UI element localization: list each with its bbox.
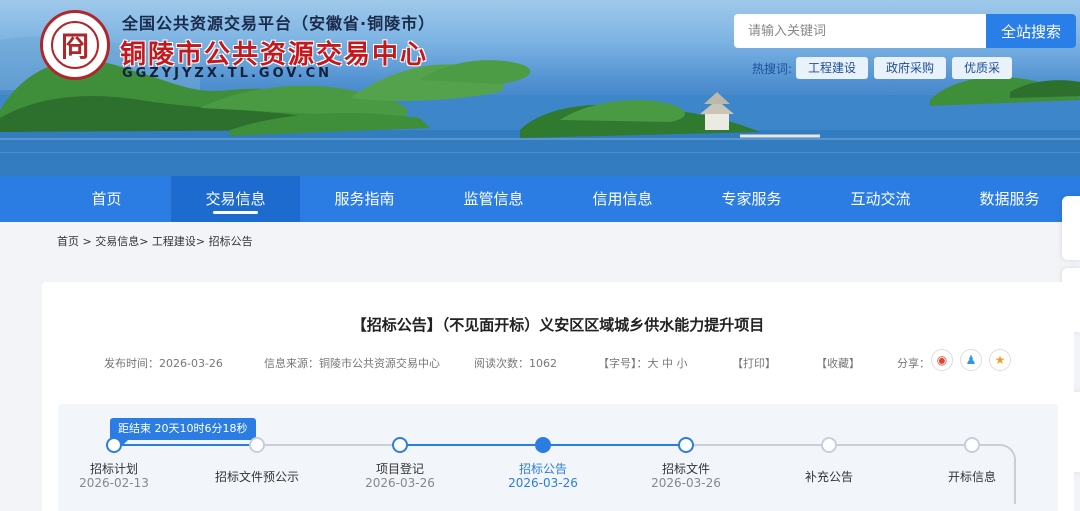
article-title: 【招标公告】（不见面开标）义安区区域城乡供水能力提升项目 bbox=[351, 316, 765, 334]
step-name-bid-docs[interactable]: 招标文件 bbox=[626, 460, 746, 477]
site-logo[interactable]: 冏 bbox=[40, 10, 110, 80]
hot-tag-engineering[interactable]: 工程建设 bbox=[796, 57, 869, 79]
qzone-share-icon[interactable]: ★ bbox=[989, 349, 1011, 371]
countdown-badge: 距结束 20天10时6分18秒 bbox=[110, 418, 256, 445]
step-dot-registration bbox=[392, 437, 408, 453]
hot-tag-gov-procurement[interactable]: 政府采购 bbox=[874, 57, 947, 79]
step-dot-bid-plan bbox=[106, 437, 122, 453]
nav-item-supervision[interactable]: 监管信息 bbox=[429, 176, 558, 222]
weibo-share-icon[interactable]: ◉ bbox=[931, 349, 953, 371]
timeline-segment bbox=[257, 444, 400, 446]
nav-item-credit[interactable]: 信用信息 bbox=[558, 176, 687, 222]
site-domain: GGZYJYZX.TL.GOV.CN bbox=[122, 66, 333, 81]
nav-item-interaction[interactable]: 互动交流 bbox=[816, 176, 945, 222]
step-dot-bid-notice bbox=[535, 437, 551, 453]
nav-item-home[interactable]: 首页 bbox=[42, 176, 171, 222]
timeline-segment bbox=[114, 444, 257, 446]
step-name-bid-plan[interactable]: 招标计划 bbox=[54, 460, 174, 477]
search-input[interactable] bbox=[734, 14, 986, 48]
bidding-progress-timeline: 距结束 20天10时6分18秒 招标计划 2026-02-13 招标文件预公示 … bbox=[58, 404, 1058, 511]
step-name-bid-notice[interactable]: 招标公告 bbox=[483, 460, 603, 477]
nav-item-service-guide[interactable]: 服务指南 bbox=[300, 176, 429, 222]
float-sidebar-tab-top[interactable] bbox=[1062, 196, 1080, 260]
hot-tag-quality-procurement[interactable]: 优质采 bbox=[952, 57, 1013, 79]
step-name-prepublic[interactable]: 招标文件预公示 bbox=[197, 468, 317, 485]
step-date-bid-plan: 2026-02-13 bbox=[79, 476, 149, 490]
step-name-supplement[interactable]: 补充公告 bbox=[769, 468, 889, 485]
nav-spacer-left bbox=[0, 176, 42, 222]
step-date-bid-notice: 2026-03-26 bbox=[508, 476, 578, 490]
breadcrumb[interactable]: 首页 > 交易信息> 工程建设> 招标公告 bbox=[57, 233, 253, 249]
share-label: 分享： bbox=[897, 357, 930, 370]
header-banner: 冏 全国公共资源交易平台（安徽省·铜陵市） 铜陵市公共资源交易中心 GGZYJY… bbox=[0, 0, 1080, 176]
qq-share-icon[interactable]: ♟ bbox=[960, 349, 982, 371]
nav-item-data-service[interactable]: 数据服务 bbox=[945, 176, 1074, 222]
nav-item-expert[interactable]: 专家服务 bbox=[687, 176, 816, 222]
favorite-link[interactable]: 【收藏】 bbox=[816, 355, 860, 371]
step-date-bid-docs: 2026-03-26 bbox=[651, 476, 721, 490]
logo-glyph: 冏 bbox=[51, 21, 99, 69]
print-link[interactable]: 【打印】 bbox=[732, 355, 776, 371]
site-search-button[interactable]: 全站搜索 bbox=[986, 14, 1076, 48]
font-size-control[interactable]: 【字号】：大 中 小 bbox=[598, 355, 688, 371]
step-dot-prepublic bbox=[249, 437, 265, 453]
read-count: 阅读次数：1062 bbox=[474, 357, 557, 370]
publish-time: 发布时间：2026-03-26 bbox=[104, 357, 223, 370]
step-name-bid-opening[interactable]: 开标信息 bbox=[912, 468, 1032, 485]
nav-item-trade-info[interactable]: 交易信息 bbox=[171, 176, 300, 222]
main-nav: 首页 交易信息 服务指南 监管信息 信用信息 专家服务 互动交流 数据服务 bbox=[0, 176, 1080, 222]
platform-subtitle: 全国公共资源交易平台（安徽省·铜陵市） bbox=[122, 14, 436, 33]
article-card: 【招标公告】（不见面开标）义安区区域城乡供水能力提升项目 发布时间：2026-0… bbox=[42, 282, 1074, 511]
step-dot-bid-opening bbox=[964, 437, 980, 453]
step-dot-supplement bbox=[821, 437, 837, 453]
step-name-registration[interactable]: 项目登记 bbox=[340, 460, 460, 477]
step-dot-bid-docs bbox=[678, 437, 694, 453]
step-date-registration: 2026-03-26 bbox=[365, 476, 435, 490]
hot-keywords-label: 热搜词: bbox=[752, 62, 793, 76]
info-source: 信息来源：铜陵市公共资源交易中心 bbox=[264, 357, 440, 370]
